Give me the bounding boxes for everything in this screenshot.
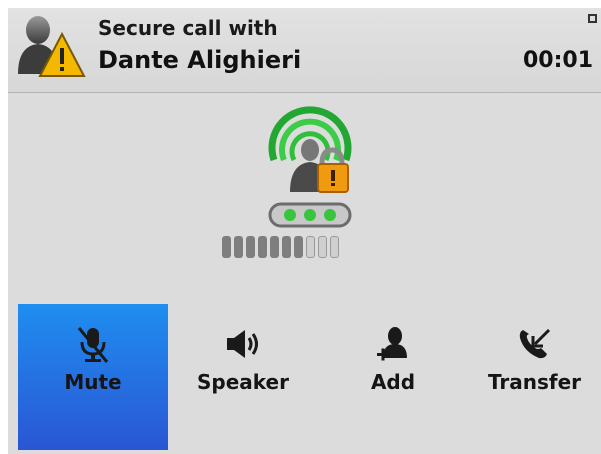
volume-segment — [246, 236, 255, 258]
volume-segment — [270, 236, 279, 258]
volume-segment — [222, 236, 231, 258]
volume-segment — [234, 236, 243, 258]
secure-call-lock-icon — [268, 106, 352, 228]
speaker-icon — [227, 330, 258, 358]
volume-segment — [306, 236, 315, 258]
transfer-label: Transfer — [487, 370, 582, 394]
call-title: Secure call with — [98, 16, 278, 40]
add-button[interactable]: Add — [318, 304, 468, 450]
mute-button[interactable]: Mute — [18, 304, 168, 450]
volume-meter — [222, 236, 339, 260]
call-timer: 00:01 — [522, 48, 593, 73]
call-screen: Secure call with Dante Alighieri 00:01 M… — [8, 8, 601, 454]
call-header: Secure call with Dante Alighieri 00:01 — [8, 8, 601, 93]
caller-warning-icon — [18, 16, 86, 77]
add-label: Add — [370, 370, 416, 394]
volume-segment — [330, 236, 339, 258]
transfer-button[interactable]: Transfer — [468, 304, 601, 450]
mute-label: Mute — [64, 370, 122, 394]
speaker-button[interactable]: Speaker — [168, 304, 318, 450]
add-participant-icon — [377, 327, 407, 361]
speaker-label: Speaker — [197, 370, 289, 394]
volume-segment — [294, 236, 303, 258]
transfer-call-icon — [519, 328, 550, 359]
status-corner-icon — [588, 14, 597, 23]
volume-segment — [258, 236, 267, 258]
volume-segment — [282, 236, 291, 258]
microphone-muted-icon — [77, 327, 109, 363]
call-actions: Mute Speaker Add Transfer — [18, 304, 601, 450]
volume-segment — [318, 236, 327, 258]
contact-name: Dante Alighieri — [98, 46, 302, 74]
